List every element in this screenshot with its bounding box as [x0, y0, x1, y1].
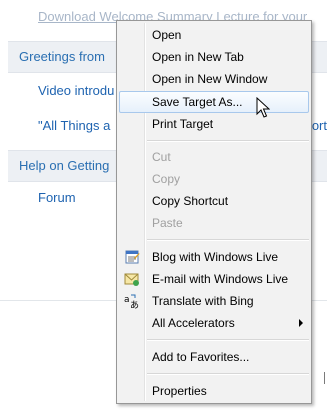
menu-item-label: Copy Shortcut	[152, 194, 229, 208]
menu-item-save-target-as[interactable]: Save Target As...	[119, 91, 309, 113]
menu-item-label: Cut	[152, 150, 171, 164]
right-link-fragment[interactable]: ort	[312, 118, 327, 133]
menu-item-properties[interactable]: Properties	[119, 380, 309, 402]
menu-item-label: Paste	[152, 216, 183, 230]
video-intro-link[interactable]: Video introdu	[38, 83, 114, 98]
submenu-arrow-icon	[299, 319, 303, 327]
menu-item-add-to-favorites[interactable]: Add to Favorites...	[119, 346, 309, 368]
context-menu: Open Open in New Tab Open in New Window …	[116, 20, 312, 404]
blog-icon	[124, 249, 140, 265]
menu-item-label: All Accelerators	[152, 316, 235, 330]
menu-item-copy-shortcut[interactable]: Copy Shortcut	[119, 190, 309, 212]
menu-item-translate-bing[interactable]: a あ Translate with Bing	[119, 290, 309, 312]
menu-item-open-new-tab[interactable]: Open in New Tab	[119, 46, 309, 68]
menu-item-open-new-window[interactable]: Open in New Window	[119, 68, 309, 90]
all-things-link[interactable]: "All Things a	[38, 118, 110, 133]
svg-text:あ: あ	[130, 300, 139, 309]
translate-icon: a あ	[124, 293, 140, 311]
menu-item-open[interactable]: Open	[119, 24, 309, 46]
menu-item-label: Open in New Window	[152, 72, 268, 86]
menu-item-email-windows-live[interactable]: E-mail with Windows Live	[119, 268, 309, 290]
mouse-cursor-icon	[256, 96, 271, 123]
menu-item-label: Open in New Tab	[152, 50, 244, 64]
forum-link[interactable]: Forum	[38, 190, 76, 205]
menu-separator	[147, 373, 309, 375]
menu-item-label: Add to Favorites...	[152, 350, 250, 364]
menu-item-label: Copy	[152, 172, 181, 186]
edge-mark	[324, 372, 325, 384]
menu-item-label: Blog with Windows Live	[152, 250, 279, 264]
menu-item-label: Print Target	[152, 117, 214, 131]
email-icon	[124, 271, 140, 287]
svg-text:a: a	[124, 295, 130, 305]
section-title-greetings: Greetings from	[19, 49, 105, 64]
menu-item-blog-windows-live[interactable]: Blog with Windows Live	[119, 246, 309, 268]
menu-separator	[147, 239, 309, 241]
menu-item-label: E-mail with Windows Live	[152, 272, 289, 286]
menu-item-label: Translate with Bing	[152, 294, 254, 308]
menu-item-paste: Paste	[119, 212, 309, 234]
menu-separator	[147, 140, 309, 142]
menu-item-cut: Cut	[119, 146, 309, 168]
menu-item-copy: Copy	[119, 168, 309, 190]
menu-separator	[147, 339, 309, 341]
menu-item-label: Open	[152, 28, 182, 42]
menu-item-label: Save Target As...	[152, 95, 243, 109]
menu-item-print-target[interactable]: Print Target	[119, 113, 309, 135]
section-title-help: Help on Getting	[19, 158, 110, 173]
menu-item-all-accelerators[interactable]: All Accelerators	[119, 312, 309, 334]
menu-item-label: Properties	[152, 384, 207, 398]
